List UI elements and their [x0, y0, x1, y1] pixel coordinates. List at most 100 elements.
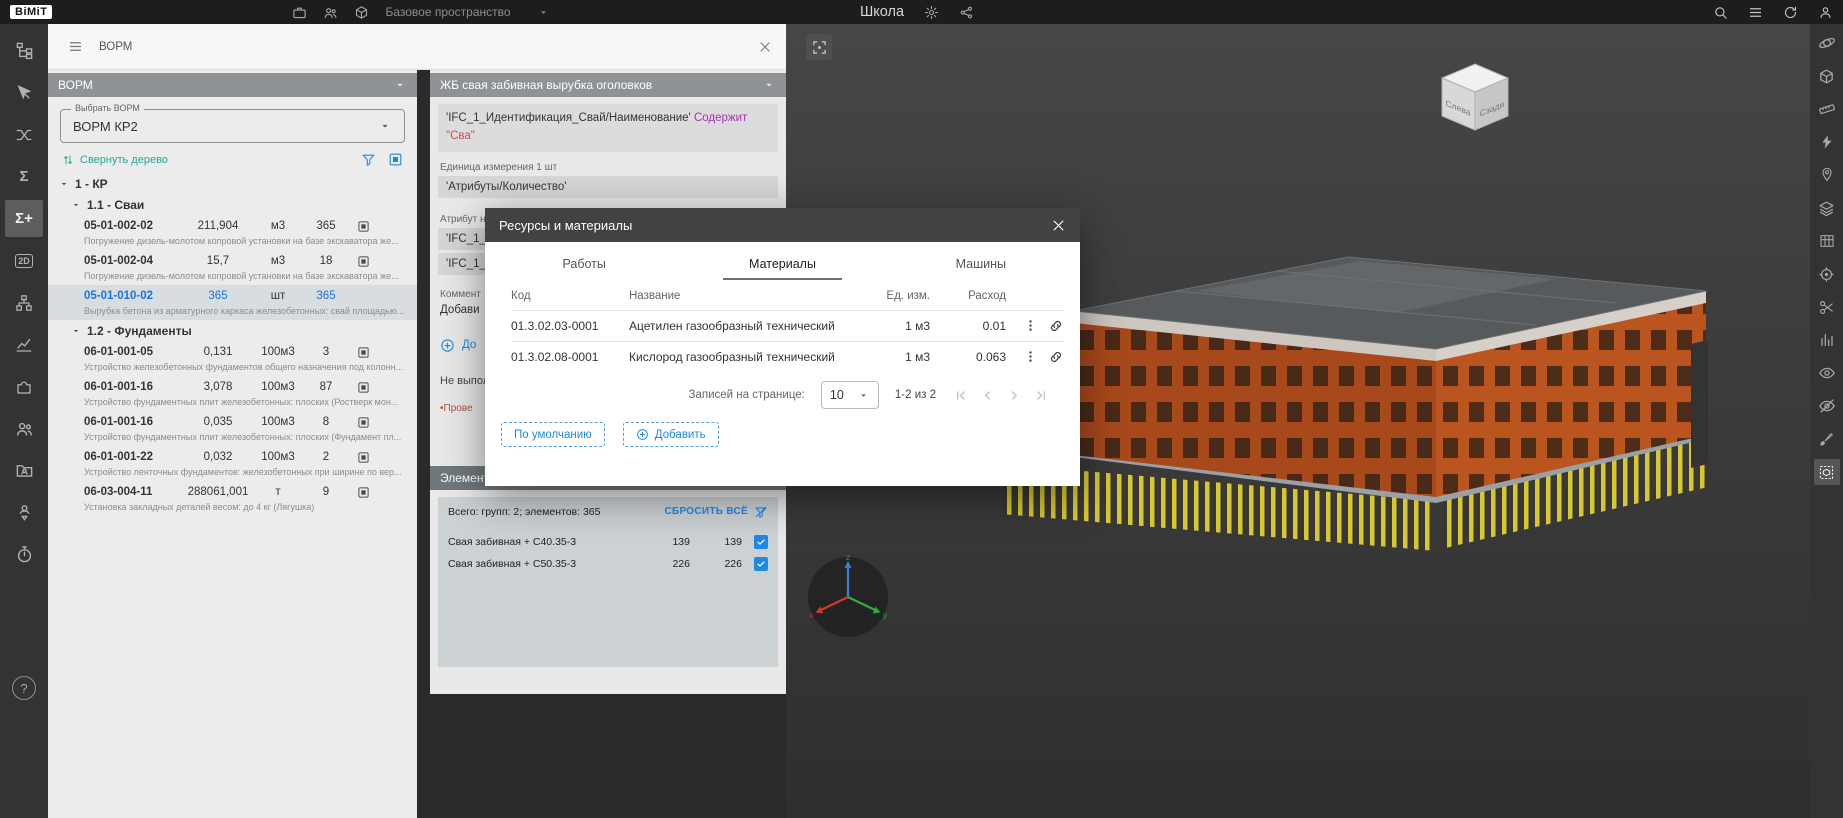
- modal-title: Ресурсы и материалы: [499, 218, 632, 233]
- kebab-menu-icon[interactable]: [1023, 349, 1038, 364]
- model-tree-button[interactable]: [5, 32, 43, 69]
- sum-button[interactable]: Σ: [5, 158, 43, 195]
- quantity-attribute-chip[interactable]: 'Атрибуты/Количество': [438, 176, 778, 198]
- team-icon[interactable]: [323, 5, 338, 20]
- paint-button[interactable]: [1814, 426, 1840, 452]
- group-checkbox-checked[interactable]: [754, 535, 768, 549]
- users-button[interactable]: [5, 410, 43, 447]
- expand-caret-icon[interactable]: [70, 325, 82, 337]
- link-icon[interactable]: [1048, 349, 1064, 365]
- element-group-row[interactable]: Свая забивная + С50.35-3 226 226: [448, 557, 768, 571]
- quick-tools-button[interactable]: [1814, 129, 1840, 155]
- per-page-select[interactable]: 10: [821, 381, 879, 409]
- measure-button[interactable]: [1814, 96, 1840, 122]
- isolate-icon[interactable]: [357, 486, 370, 499]
- tree-item[interactable]: 05-01-002-04 15,7 м3 18 Погружение дизел…: [48, 250, 417, 285]
- hide-button[interactable]: [1814, 393, 1840, 419]
- table-row[interactable]: 01.3.02.08-0001 Кислород газообразный те…: [511, 341, 1064, 372]
- modal-header: Ресурсы и материалы: [485, 208, 1080, 242]
- link-icon[interactable]: [1048, 318, 1064, 334]
- checkbox-frame-icon[interactable]: [388, 152, 403, 167]
- building-model[interactable]: [996, 249, 1726, 559]
- reset-all-link[interactable]: СБРОСИТЬ ВСЁ: [664, 505, 768, 519]
- element-group-row[interactable]: Свая забивная + С40.35-3 139 139: [448, 535, 768, 549]
- orbit-button[interactable]: [1814, 30, 1840, 56]
- flash-icon: [1819, 134, 1835, 150]
- expand-caret-icon[interactable]: [70, 199, 82, 211]
- first-page-icon[interactable]: [952, 387, 969, 404]
- shared-folder-button[interactable]: [5, 452, 43, 489]
- center-target-button[interactable]: [1814, 261, 1840, 287]
- show-button[interactable]: [1814, 360, 1840, 386]
- focus-selection-button[interactable]: [806, 34, 832, 60]
- help-button[interactable]: ?: [12, 676, 36, 700]
- tree-item[interactable]: 06-01-001-22 0,032 100м3 2 Устройство ле…: [48, 446, 417, 481]
- isolate-icon[interactable]: [357, 416, 370, 429]
- profile-icon[interactable]: [1818, 5, 1833, 20]
- kebab-menu-icon[interactable]: [1023, 318, 1038, 333]
- tree-item-selected[interactable]: 05-01-010-02 365 шт 365 Вырубка бетона и…: [48, 285, 417, 320]
- workspace-select[interactable]: Базовое пространство: [385, 5, 510, 19]
- tab-materials-active[interactable]: Материалы: [683, 248, 881, 280]
- isolate-icon[interactable]: [357, 220, 370, 233]
- table-row[interactable]: 01.3.02.03-0001 Ацетилен газообразный те…: [511, 310, 1064, 341]
- grid-button[interactable]: [1814, 228, 1840, 254]
- tree-item[interactable]: 06-01-001-16 0,035 100м3 8 Устройство фу…: [48, 411, 417, 446]
- isolate-icon[interactable]: [357, 255, 370, 268]
- workspace-caret-icon[interactable]: [537, 6, 550, 19]
- layers-button[interactable]: [1814, 195, 1840, 221]
- section-cut-button[interactable]: [1814, 294, 1840, 320]
- structure-button[interactable]: [5, 284, 43, 321]
- expand-caret-icon[interactable]: [58, 178, 70, 190]
- next-page-icon[interactable]: [1006, 387, 1023, 404]
- tree-group[interactable]: 1.2 - Фундаменты: [48, 320, 417, 341]
- clash-button[interactable]: [5, 116, 43, 153]
- tree-item[interactable]: 05-01-002-02 211,904 м3 365 Погружение д…: [48, 215, 417, 250]
- search-icon[interactable]: [1713, 5, 1728, 20]
- panel-menu-icon[interactable]: [68, 39, 83, 54]
- pin-button[interactable]: [1814, 162, 1840, 188]
- tree-item[interactable]: 06-01-001-16 3,078 100м3 87 Устройство ф…: [48, 376, 417, 411]
- detail-section-header[interactable]: ЖБ свая забивная вырубка оголовков: [430, 73, 786, 97]
- tree-group-label: 1 - КР: [75, 177, 108, 191]
- tree-item[interactable]: 06-01-001-05 0,131 100м3 3 Устройство же…: [48, 341, 417, 376]
- vorm-button-active[interactable]: Σ+: [5, 200, 43, 237]
- corner-tower[interactable]: [1691, 340, 1708, 468]
- fit-view-button[interactable]: [1814, 63, 1840, 89]
- axis-gizmo[interactable]: z x y: [803, 552, 893, 642]
- collapse-tree-link[interactable]: Свернуть дерево: [62, 154, 168, 166]
- analytics-button[interactable]: [5, 326, 43, 363]
- nav-cube[interactable]: Слева Сзади: [1434, 58, 1516, 140]
- vorm-section-header[interactable]: ВОРМ: [48, 73, 417, 97]
- panel-close-icon[interactable]: [758, 40, 772, 54]
- levels-button[interactable]: [1814, 327, 1840, 353]
- workspace-cube-icon[interactable]: [354, 5, 369, 20]
- vorm-select[interactable]: Выбрать ВОРМ ВОРМ КР2: [60, 109, 405, 143]
- projects-icon[interactable]: [292, 5, 307, 20]
- menu-list-icon[interactable]: [1748, 5, 1763, 20]
- view-2d-button[interactable]: 2D: [5, 242, 43, 279]
- last-page-icon[interactable]: [1033, 387, 1050, 404]
- clip-box-button-active[interactable]: [1814, 459, 1840, 485]
- sync-icon[interactable]: [1783, 5, 1798, 20]
- prev-page-icon[interactable]: [979, 387, 996, 404]
- timer-button[interactable]: [5, 536, 43, 573]
- user-location-button[interactable]: [5, 494, 43, 531]
- select-tool-button[interactable]: [5, 74, 43, 111]
- isolate-icon[interactable]: [357, 346, 370, 359]
- modal-close-button[interactable]: [1051, 218, 1066, 233]
- tree-group[interactable]: 1 - КР: [48, 173, 417, 194]
- tab-machines[interactable]: Машины: [882, 248, 1080, 280]
- default-button[interactable]: По умолчанию: [501, 422, 605, 447]
- group-checkbox-checked[interactable]: [754, 557, 768, 571]
- add-button[interactable]: Добавить: [623, 422, 719, 447]
- plugins-button[interactable]: [5, 368, 43, 405]
- filter-icon[interactable]: [361, 152, 376, 167]
- isolate-icon[interactable]: [357, 381, 370, 394]
- tree-item[interactable]: 06-03-004-11 288061,001 т 9 Установка за…: [48, 481, 417, 516]
- share-icon[interactable]: [959, 5, 974, 20]
- isolate-icon[interactable]: [357, 451, 370, 464]
- tree-group[interactable]: 1.1 - Сваи: [48, 194, 417, 215]
- settings-gear-icon[interactable]: [924, 5, 939, 20]
- tab-works[interactable]: Работы: [485, 248, 683, 280]
